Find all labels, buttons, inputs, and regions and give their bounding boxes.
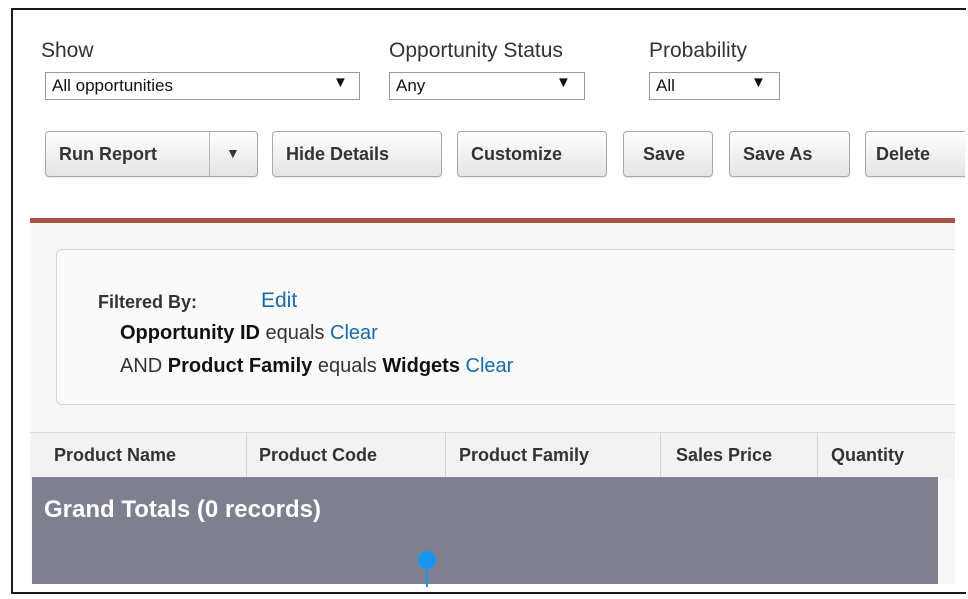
filter-line-opportunity: Opportunity ID equals Clear: [120, 322, 378, 345]
probability-value: All: [656, 76, 675, 95]
filter-value: Widgets: [382, 355, 460, 377]
chevron-down-icon: ▼: [333, 74, 348, 91]
delete-button[interactable]: Delete: [865, 131, 965, 177]
column-divider: [246, 433, 247, 478]
column-product-code[interactable]: Product Code: [259, 445, 377, 466]
filtered-by-label: Filtered By:: [98, 292, 198, 312]
filter-operator: equals: [317, 355, 377, 377]
filter-field: Product Family: [167, 355, 313, 377]
column-product-name[interactable]: Product Name: [54, 445, 176, 466]
show-label: Show: [41, 39, 94, 62]
chevron-down-icon: ▼: [751, 74, 766, 91]
chevron-down-icon[interactable]: ▼: [226, 145, 240, 161]
column-divider: [660, 433, 661, 478]
save-label: Save: [643, 144, 686, 164]
column-product-family[interactable]: Product Family: [459, 445, 589, 466]
column-divider: [817, 433, 818, 478]
show-select[interactable]: All opportunities ▼: [45, 72, 360, 100]
customize-button[interactable]: Customize: [457, 131, 607, 177]
opportunity-status-label: Opportunity Status: [389, 39, 563, 62]
hide-details-button[interactable]: Hide Details: [272, 131, 442, 177]
filter-field: Opportunity ID: [120, 322, 260, 344]
save-as-label: Save As: [743, 144, 813, 164]
probability-label: Probability: [649, 39, 748, 62]
grand-totals-label: Grand Totals (0 records): [44, 496, 321, 523]
run-report-label: Run Report: [59, 144, 157, 164]
edit-filters-link[interactable]: Edit: [261, 289, 297, 313]
delete-label: Delete: [876, 144, 931, 164]
probability-select[interactable]: All ▼: [649, 72, 780, 100]
chevron-down-icon: ▼: [556, 74, 571, 91]
column-divider: [445, 433, 446, 478]
marker-stem: [426, 567, 428, 587]
clear-filter-link[interactable]: Clear: [466, 355, 514, 377]
grand-totals-row: [32, 477, 938, 584]
table-header: Product Name Product Code Product Family…: [30, 432, 955, 478]
filter-operator: equals: [265, 322, 325, 344]
opportunity-status-value: Any: [396, 76, 426, 95]
clear-filter-link[interactable]: Clear: [330, 322, 378, 344]
filter-line-product-family: AND Product Family equals Widgets Clear: [120, 355, 513, 378]
opportunity-status-select[interactable]: Any ▼: [389, 72, 585, 100]
filter-logic: AND: [120, 355, 163, 377]
column-sales-price[interactable]: Sales Price: [676, 445, 772, 466]
run-report-button[interactable]: Run Report ▼: [45, 131, 258, 177]
split-divider: [209, 132, 210, 176]
column-quantity[interactable]: Quantity: [831, 445, 904, 466]
show-select-value: All opportunities: [52, 76, 173, 95]
customize-label: Customize: [471, 144, 563, 164]
save-as-button[interactable]: Save As: [729, 131, 850, 177]
hide-details-label: Hide Details: [286, 144, 390, 164]
save-button[interactable]: Save: [623, 131, 713, 177]
